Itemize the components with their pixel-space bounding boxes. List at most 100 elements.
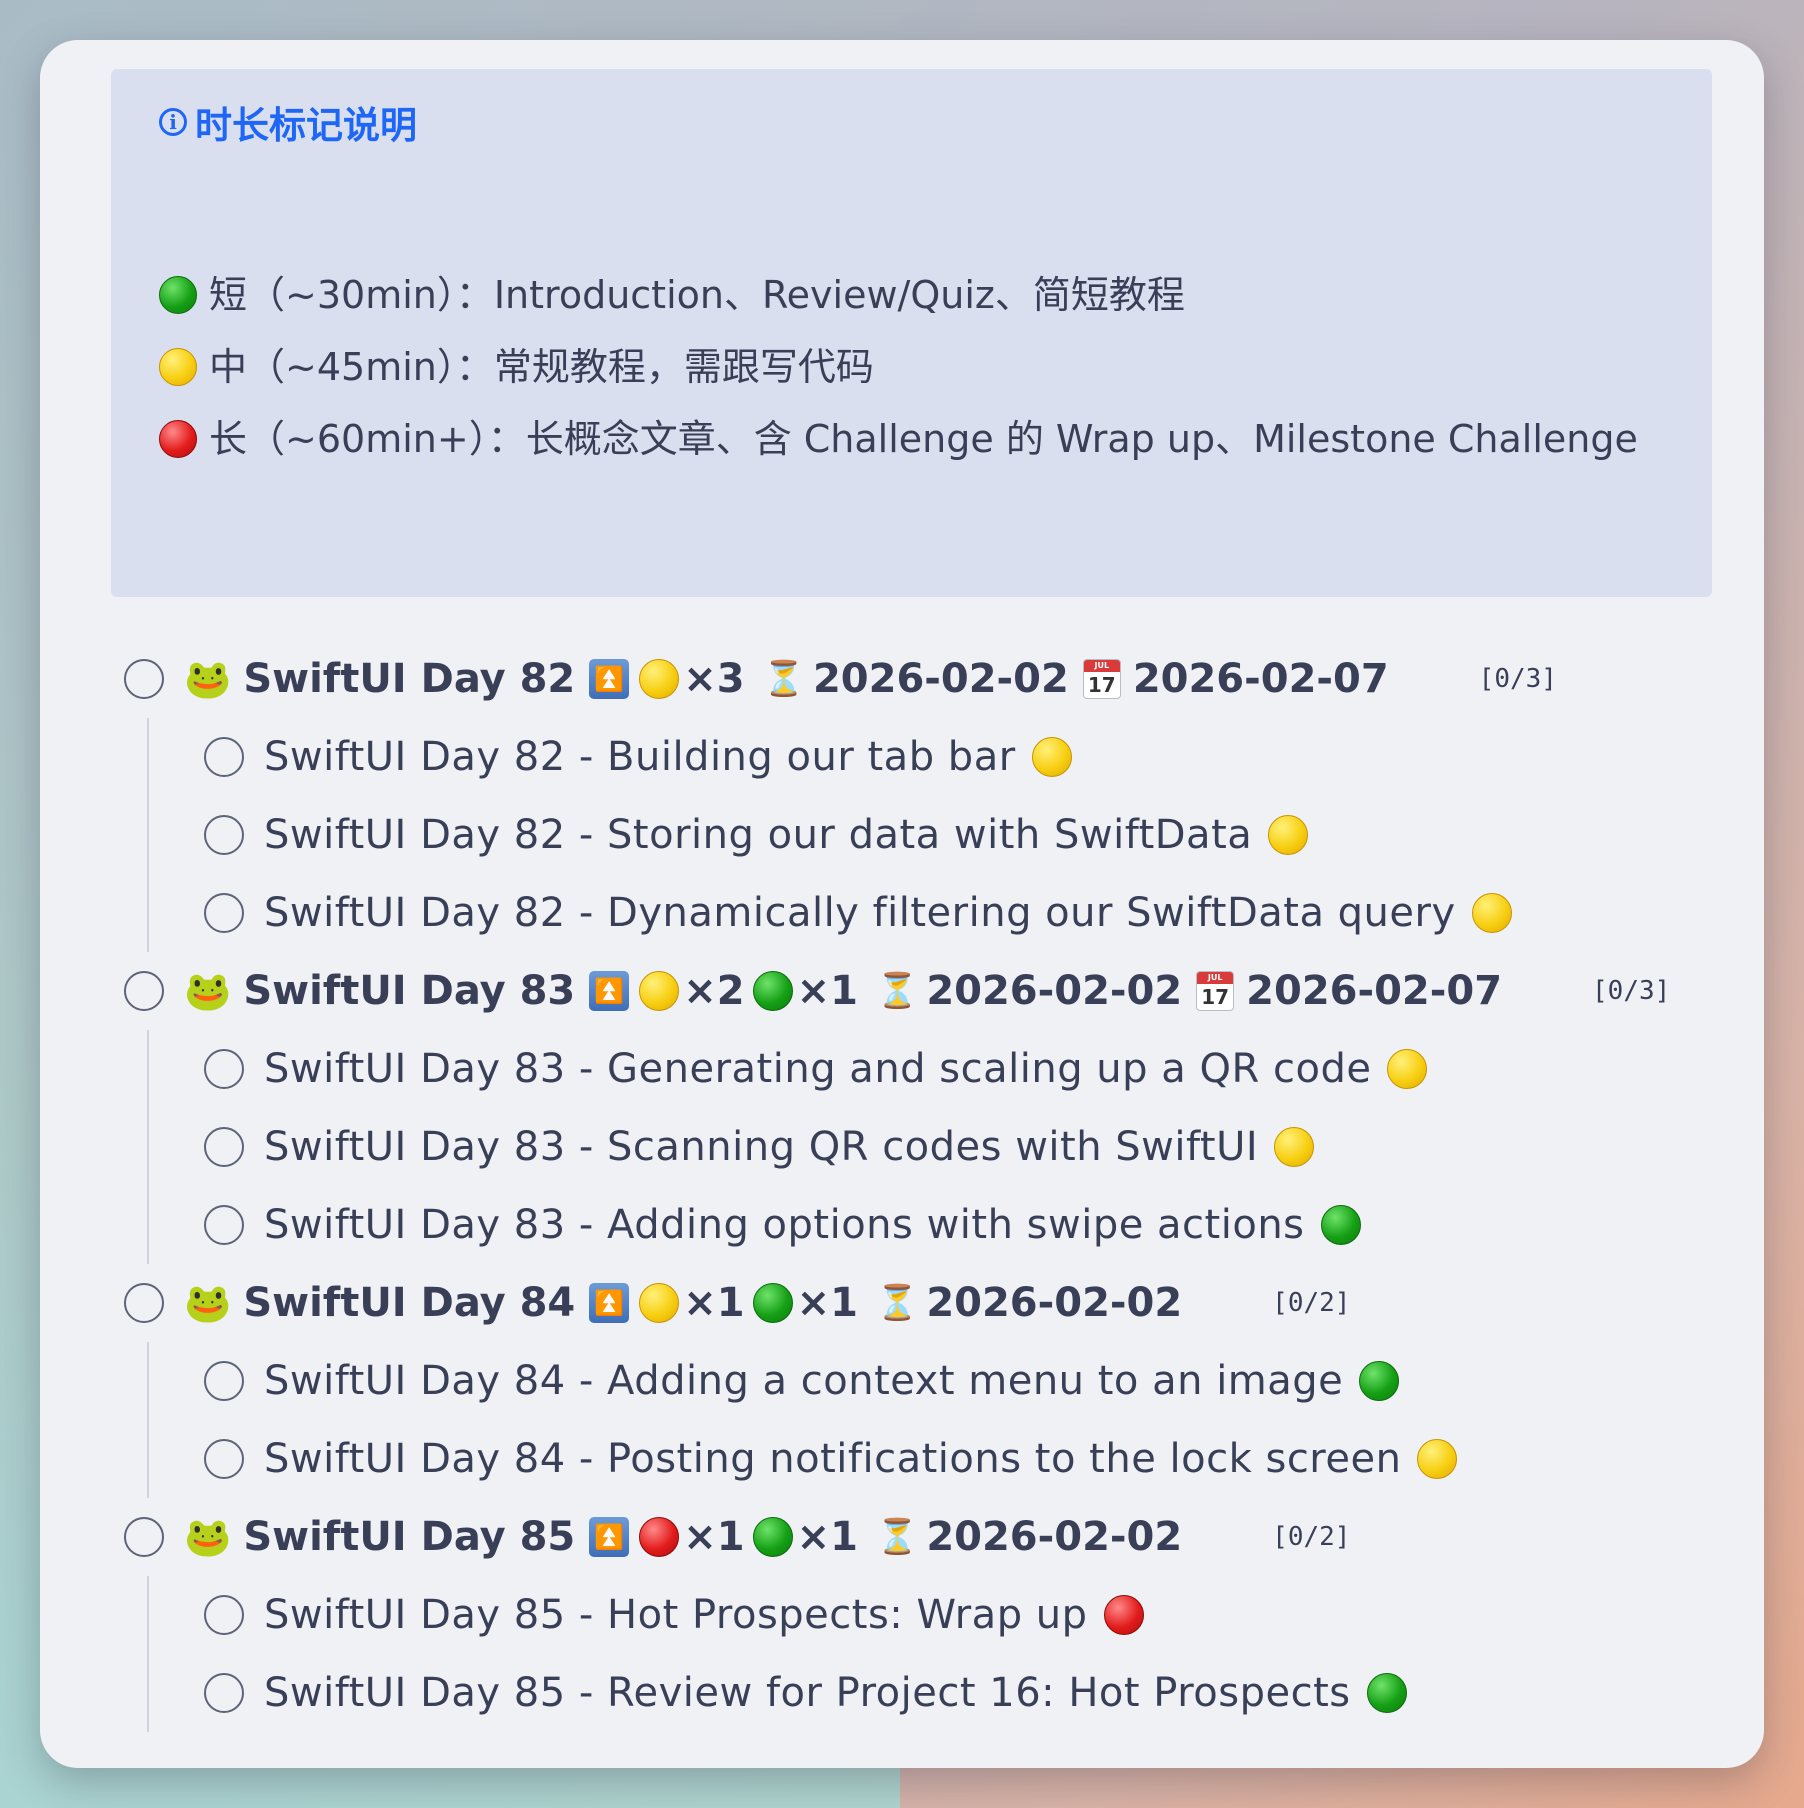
double-up-arrow-icon: ⏫ [589,1517,630,1557]
progress-count: [0/2] [1272,1288,1351,1318]
progress-count: [0/2] [1272,1522,1351,1552]
task-checkbox[interactable] [124,659,164,699]
start-date: 2026-02-02 [926,968,1183,1014]
task-group-day-83: 🐸 SwiftUI Day 83 ⏫ ×2 ×1 ⏳ 2026-02-02 JU… [40,952,1764,1030]
task-text: SwiftUI Day 85 - Review for Project 16: … [264,1670,1351,1716]
legend-long: 长（~60min+）：长概念文章、含 Challenge 的 Wrap up、M… [159,403,1659,475]
list-item: SwiftUI Day 84 - Posting notifications t… [40,1420,1764,1498]
task-text: SwiftUI Day 82 - Building our tab bar [264,734,1016,780]
progress-count: [0/3] [1592,976,1671,1006]
list-item: SwiftUI Day 82 - Storing our data with S… [40,796,1764,874]
hourglass-icon: ⏳ [875,1283,919,1323]
task-group-day-84: 🐸 SwiftUI Day 84 ⏫ ×1 ×1 ⏳ 2026-02-02 [0… [40,1264,1764,1342]
yellow-circle-icon [1471,893,1512,933]
task-text: SwiftUI Day 84 - Posting notifications t… [264,1436,1402,1482]
task-group-day-85: 🐸 SwiftUI Day 85 ⏫ ×1 ×1 ⏳ 2026-02-02 [0… [40,1498,1764,1576]
task-checkbox[interactable] [204,1049,244,1089]
calendar-day: 17 [1201,985,1230,1009]
task-checkbox[interactable] [124,971,164,1011]
yellow-circle-icon [159,348,197,386]
yellow-circle-icon [1031,737,1072,777]
green-multiplier: ×1 [796,1514,858,1560]
yellow-circle-icon [1274,1127,1315,1167]
red-circle-icon [159,420,197,458]
task-text: SwiftUI Day 85 - Hot Prospects: Wrap up [264,1592,1088,1638]
list-item: SwiftUI Day 83 - Scanning QR codes with … [40,1108,1764,1186]
task-checkbox[interactable] [204,1127,244,1167]
task-checkbox[interactable] [124,1283,164,1323]
task-text: SwiftUI Day 83 - Adding options with swi… [264,1202,1305,1248]
group-title: SwiftUI Day 84 [243,1280,576,1326]
green-circle-icon [752,1517,793,1557]
info-callout: i 时长标记说明 短（~30min）：Introduction、Review/Q… [111,69,1712,597]
frog-icon: 🐸 [184,1514,232,1559]
task-checkbox[interactable] [204,893,244,933]
info-icon: i [159,108,187,136]
list-item: SwiftUI Day 82 - Building our tab bar [40,718,1764,796]
yellow-circle-icon [639,659,680,699]
green-circle-icon [1366,1673,1407,1713]
group-title: SwiftUI Day 85 [243,1514,576,1560]
task-checkbox[interactable] [204,1361,244,1401]
task-list: 🐸 SwiftUI Day 82 ⏫ ×3 ⏳ 2026-02-02 JUL 17… [40,640,1764,1732]
yellow-circle-icon [639,1283,680,1323]
legend-short: 短（~30min）：Introduction、Review/Quiz、简短教程 [159,259,1659,331]
group-title: SwiftUI Day 82 [243,656,576,702]
task-checkbox[interactable] [204,1595,244,1635]
task-text: SwiftUI Day 82 - Storing our data with S… [264,812,1253,858]
legend-medium-text: 中（~45min）：常规教程，需跟写代码 [209,345,874,389]
hourglass-icon: ⏳ [875,971,919,1011]
green-circle-icon [1320,1205,1361,1245]
list-item: SwiftUI Day 82 - Dynamically filtering o… [40,874,1764,952]
task-checkbox[interactable] [204,815,244,855]
yellow-multiplier: ×3 [683,656,745,702]
task-group-day-82: 🐸 SwiftUI Day 82 ⏫ ×3 ⏳ 2026-02-02 JUL 17… [40,640,1764,718]
green-multiplier: ×1 [796,1280,858,1326]
red-circle-icon [639,1517,680,1557]
task-checkbox[interactable] [204,1439,244,1479]
start-date: 2026-02-02 [926,1514,1183,1560]
task-text: SwiftUI Day 83 - Generating and scaling … [264,1046,1372,1092]
yellow-circle-icon [1268,815,1309,855]
due-date: 2026-02-07 [1246,968,1503,1014]
frog-icon: 🐸 [184,968,232,1013]
calendar-month: JUL [1083,660,1120,672]
task-checkbox[interactable] [204,1673,244,1713]
green-circle-icon [1359,1361,1400,1401]
task-checkbox[interactable] [204,737,244,777]
hourglass-icon: ⏳ [875,1517,919,1557]
green-circle-icon [159,276,197,314]
legend-medium: 中（~45min）：常规教程，需跟写代码 [159,331,1659,403]
callout-title-text: 时长标记说明 [195,104,417,147]
list-item: SwiftUI Day 83 - Adding options with swi… [40,1186,1764,1264]
frog-icon: 🐸 [184,1280,232,1325]
callout-title[interactable]: i 时长标记说明 [159,97,417,147]
double-up-arrow-icon: ⏫ [589,971,630,1011]
task-checkbox[interactable] [204,1205,244,1245]
green-circle-icon [752,1283,793,1323]
task-checkbox[interactable] [124,1517,164,1557]
green-circle-icon [752,971,793,1011]
note-card: i 时长标记说明 短（~30min）：Introduction、Review/Q… [40,40,1764,1768]
task-text: SwiftUI Day 84 - Adding a context menu t… [264,1358,1344,1404]
double-up-arrow-icon: ⏫ [589,1283,630,1323]
legend-long-text: 长（~60min+）：长概念文章、含 Challenge 的 Wrap up、M… [209,417,1638,461]
progress-count: [0/3] [1478,664,1557,694]
calendar-day: 17 [1087,673,1116,697]
calendar-icon: JUL 17 [1196,971,1235,1011]
list-item: SwiftUI Day 84 - Adding a context menu t… [40,1342,1764,1420]
due-date: 2026-02-07 [1132,656,1389,702]
list-item: SwiftUI Day 83 - Generating and scaling … [40,1030,1764,1108]
task-text: SwiftUI Day 83 - Scanning QR codes with … [264,1124,1259,1170]
start-date: 2026-02-02 [812,656,1069,702]
legend-short-text: 短（~30min）：Introduction、Review/Quiz、简短教程 [209,273,1185,317]
start-date: 2026-02-02 [926,1280,1183,1326]
task-text: SwiftUI Day 82 - Dynamically filtering o… [264,890,1456,936]
group-title: SwiftUI Day 83 [243,968,576,1014]
list-item: SwiftUI Day 85 - Hot Prospects: Wrap up [40,1576,1764,1654]
red-circle-icon [1103,1595,1144,1635]
green-multiplier: ×1 [796,968,858,1014]
red-multiplier: ×1 [683,1514,745,1560]
yellow-multiplier: ×2 [683,968,745,1014]
yellow-circle-icon [1417,1439,1458,1479]
